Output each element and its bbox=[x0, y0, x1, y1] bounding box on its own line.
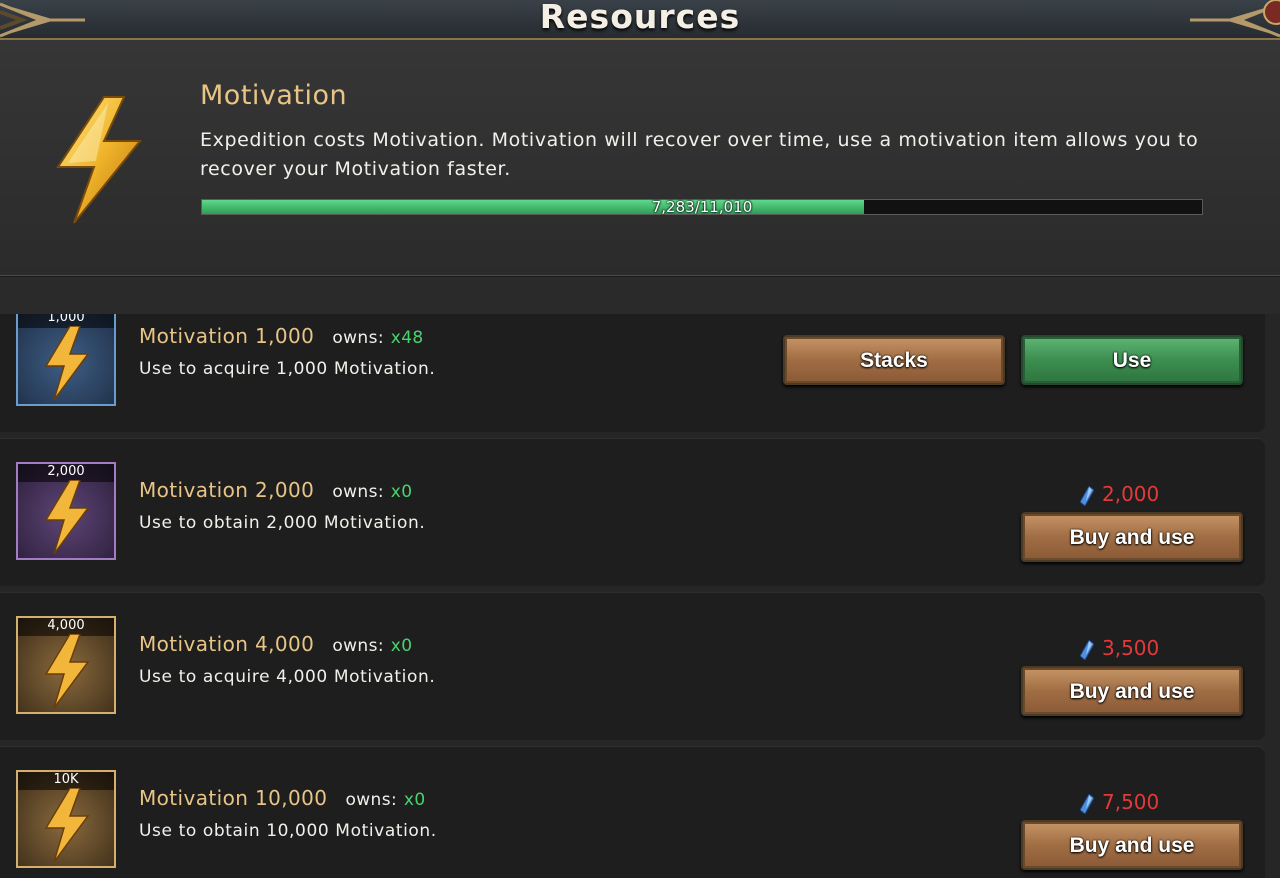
item-name: Motivation 10,000 bbox=[139, 786, 328, 810]
buy-and-use-button[interactable]: Buy and use bbox=[1021, 512, 1243, 562]
item-icon-frame: 1,000 bbox=[16, 314, 116, 406]
item-price: 7,500 bbox=[1080, 790, 1200, 814]
price-value: 3,500 bbox=[1102, 636, 1160, 660]
list-item: 2,000 Motivation 2,000 owns: x0 Use to ob… bbox=[0, 438, 1265, 586]
resource-summary-panel: Motivation Expedition costs Motivation. … bbox=[0, 40, 1280, 276]
blue-gem-icon bbox=[1080, 485, 1094, 506]
list-item: 4,000 Motivation 4,000 owns: x0 Use to ac… bbox=[0, 592, 1265, 740]
item-description: Use to acquire 1,000 Motivation. bbox=[139, 359, 436, 379]
list-item: 1,000 Motivation 1,000 owns: x48 Use to a… bbox=[0, 314, 1265, 432]
resource-description: Expedition costs Motivation. Motivation … bbox=[200, 129, 1199, 180]
lightning-bolt-icon bbox=[44, 788, 90, 862]
buy-and-use-button[interactable]: Buy and use bbox=[1021, 820, 1243, 870]
item-icon-frame: 10K bbox=[16, 770, 116, 868]
blue-gem-icon bbox=[1080, 793, 1094, 814]
price-value: 7,500 bbox=[1102, 790, 1160, 814]
buy-and-use-button[interactable]: Buy and use bbox=[1021, 666, 1243, 716]
owns-count: x48 bbox=[390, 328, 424, 348]
item-name-row: Motivation 1,000 owns: x48 bbox=[139, 324, 424, 348]
item-name-row: Motivation 4,000 owns: x0 bbox=[139, 632, 412, 656]
item-description: Use to obtain 2,000 Motivation. bbox=[139, 513, 426, 533]
header-ornament-right bbox=[1190, 0, 1280, 38]
item-icon-frame: 4,000 bbox=[16, 616, 116, 714]
item-description: Use to acquire 4,000 Motivation. bbox=[139, 667, 436, 687]
list-top-strip bbox=[0, 277, 1280, 314]
owns-count: x0 bbox=[390, 482, 413, 502]
stacks-button[interactable]: Stacks bbox=[783, 335, 1005, 385]
price-value: 2,000 bbox=[1102, 482, 1160, 506]
item-name-row: Motivation 2,000 owns: x0 bbox=[139, 478, 412, 502]
owns-label: owns: bbox=[345, 790, 398, 810]
resource-name: Motivation bbox=[200, 80, 348, 111]
item-description: Use to obtain 10,000 Motivation. bbox=[139, 821, 437, 841]
item-list[interactable]: 1,000 Motivation 1,000 owns: x48 Use to a… bbox=[0, 314, 1280, 878]
progress-text: 7,283/11,010 bbox=[651, 198, 753, 216]
item-icon-frame: 2,000 bbox=[16, 462, 116, 560]
lightning-bolt-icon bbox=[44, 480, 90, 554]
item-name: Motivation 1,000 bbox=[139, 324, 315, 348]
page-title: Resources bbox=[539, 0, 741, 36]
use-button[interactable]: Use bbox=[1021, 335, 1243, 385]
owns-label: owns: bbox=[332, 482, 384, 502]
item-price: 3,500 bbox=[1080, 636, 1200, 660]
lightning-bolt-icon bbox=[56, 96, 143, 224]
lightning-bolt-icon bbox=[44, 326, 90, 400]
owns-label: owns: bbox=[332, 636, 384, 656]
blue-gem-icon bbox=[1080, 639, 1094, 660]
list-item: 10K Motivation 10,000 owns: x0 Use to obt… bbox=[0, 746, 1265, 878]
motivation-progress-bar: 7,283/11,010 bbox=[201, 198, 1203, 216]
owns-label: owns: bbox=[332, 328, 384, 348]
owns-count: x0 bbox=[390, 636, 413, 656]
lightning-bolt-icon bbox=[44, 634, 90, 708]
item-price: 2,000 bbox=[1080, 482, 1200, 506]
owns-count: x0 bbox=[403, 790, 426, 810]
item-name-row: Motivation 10,000 owns: x0 bbox=[139, 786, 426, 810]
item-name: Motivation 2,000 bbox=[139, 478, 315, 502]
item-name: Motivation 4,000 bbox=[139, 632, 315, 656]
header-bar: Resources bbox=[0, 0, 1280, 40]
